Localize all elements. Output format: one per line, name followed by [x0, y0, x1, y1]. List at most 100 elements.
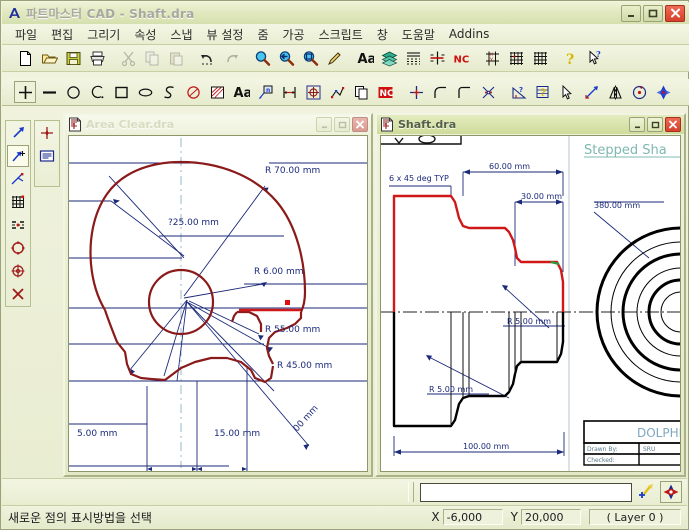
rotate-icon[interactable]	[628, 81, 650, 103]
grid-dense-icon[interactable]	[505, 47, 527, 69]
cross-point-icon[interactable]	[405, 81, 427, 103]
hatch-lines-icon[interactable]	[402, 47, 424, 69]
minimize-button[interactable]	[621, 4, 641, 22]
drawing-canvas-shaft[interactable]: DOLPHIN Drawn By: SRU Checked: Stepped S…	[380, 135, 681, 472]
menu-snap[interactable]: 스냅	[163, 24, 199, 45]
pick-point-icon[interactable]	[636, 481, 658, 503]
move-origin-icon[interactable]	[652, 81, 674, 103]
center-mark-icon[interactable]	[302, 81, 324, 103]
axis-xy-icon[interactable]: xy	[481, 47, 503, 69]
circle-icon[interactable]	[62, 81, 84, 103]
center-snap-icon[interactable]	[7, 260, 29, 282]
zoom-in-icon[interactable]	[251, 47, 273, 69]
menu-edit[interactable]: 편집	[44, 24, 80, 45]
arc-icon[interactable]	[86, 81, 108, 103]
save-disk-icon[interactable]	[62, 47, 84, 69]
layers-icon[interactable]	[378, 47, 400, 69]
zoom-previous-icon[interactable]	[275, 47, 297, 69]
child-title-bar: Area Clear.dra	[65, 115, 371, 134]
menu-machining[interactable]: 가공	[275, 24, 311, 45]
circle-red-icon[interactable]	[182, 81, 204, 103]
status-bar: 새로운 점의 표시방법을 선택 X -6,000 Y 20,000 ( Laye…	[2, 505, 687, 528]
grid-icon[interactable]	[529, 47, 551, 69]
svg-text:NC: NC	[379, 89, 394, 99]
child-maximize-button[interactable]	[647, 117, 663, 132]
menu-addins[interactable]: Addins	[442, 25, 496, 43]
hatch-fill-icon[interactable]	[206, 81, 228, 103]
child-minimize-button[interactable]	[629, 117, 645, 132]
mirror-icon[interactable]	[604, 81, 626, 103]
grid-snap-icon[interactable]	[7, 191, 29, 213]
dim-5mm: 5.00 mm	[77, 429, 117, 439]
point-icon[interactable]	[14, 81, 36, 103]
menu-file[interactable]: 파일	[8, 24, 44, 45]
text-aa-icon[interactable]: Aa	[230, 81, 252, 103]
close-button[interactable]	[665, 4, 685, 22]
polyline-node-icon[interactable]	[326, 81, 348, 103]
dim-chamfer: 6 x 45 deg TYP	[389, 174, 449, 183]
child-close-button[interactable]	[352, 117, 368, 132]
coordinate-y: Y 20,000	[511, 509, 581, 525]
zoom-window-icon[interactable]	[299, 47, 321, 69]
chamfer-icon[interactable]	[453, 81, 475, 103]
select-arrow-icon[interactable]	[556, 81, 578, 103]
menu-script[interactable]: 스크립트	[312, 24, 370, 45]
new-document-icon[interactable]	[14, 47, 36, 69]
undo-icon[interactable]	[196, 47, 218, 69]
help-pointer-icon[interactable]: ?	[584, 47, 606, 69]
line-icon[interactable]	[38, 81, 60, 103]
centerline-snap-icon[interactable]	[7, 214, 29, 236]
x-value: -6,000	[442, 509, 503, 525]
child-window-shaft[interactable]: Shaft.dra DOLPH Drawn By: SRU Checked: S…	[375, 113, 686, 477]
circle-snap-icon[interactable]	[7, 237, 29, 259]
crosshair-point-icon[interactable]	[36, 122, 58, 144]
open-folder-icon[interactable]	[38, 47, 60, 69]
layer-indicator[interactable]: ( Layer 0 )	[589, 509, 681, 525]
snap-target-icon[interactable]	[660, 481, 682, 503]
child-maximize-button[interactable]	[334, 117, 350, 132]
dimension-icon[interactable]	[426, 47, 448, 69]
spline-icon[interactable]	[158, 81, 180, 103]
title-block-checked-label: Checked:	[587, 457, 615, 464]
ellipse-icon[interactable]	[134, 81, 156, 103]
nc-red-icon[interactable]: NC	[374, 81, 396, 103]
menu-zoom[interactable]: 줌	[250, 24, 275, 45]
paste-icon[interactable]	[165, 47, 187, 69]
delete-point-icon[interactable]	[7, 283, 29, 305]
menu-help[interactable]: 도움말	[395, 24, 442, 45]
copy-icon[interactable]	[141, 47, 163, 69]
maximize-button[interactable]	[643, 4, 663, 22]
distance-icon[interactable]	[580, 81, 602, 103]
nc-code-icon[interactable]: NC	[450, 47, 472, 69]
child-close-button[interactable]	[665, 117, 681, 132]
help-question-icon[interactable]: ?	[560, 47, 582, 69]
redo-icon[interactable]	[220, 47, 242, 69]
menu-properties[interactable]: 속성	[127, 24, 163, 45]
text-tool-icon[interactable]: Aa	[354, 47, 376, 69]
trim-icon[interactable]	[477, 81, 499, 103]
node-edit-icon[interactable]	[7, 168, 29, 190]
pencil-edit-icon[interactable]	[323, 47, 345, 69]
properties-list-icon[interactable]	[36, 145, 58, 167]
toolbar-separator	[473, 47, 480, 69]
copy-shape-icon[interactable]	[350, 81, 372, 103]
arrow-add-point-icon[interactable]	[7, 145, 29, 167]
fillet-icon[interactable]	[429, 81, 451, 103]
menu-window[interactable]: 창	[370, 24, 395, 45]
command-input[interactable]	[420, 482, 632, 502]
rectangle-icon[interactable]	[110, 81, 132, 103]
cut-scissors-icon[interactable]	[117, 47, 139, 69]
mdi-client-area: Area Clear.dra R 70.00 mm ?25.00 mm R 6.…	[63, 113, 686, 477]
child-window-area-clear[interactable]: Area Clear.dra R 70.00 mm ?25.00 mm R 6.…	[63, 113, 373, 477]
drawing-canvas-area-clear[interactable]: R 70.00 mm ?25.00 mm R 6.00 mm R 55.00 m…	[68, 135, 368, 472]
menu-draw[interactable]: 그리기	[80, 24, 127, 45]
arrow-select-icon[interactable]	[7, 122, 29, 144]
print-icon[interactable]	[86, 47, 108, 69]
child-minimize-button[interactable]	[316, 117, 332, 132]
linear-dimension-icon[interactable]	[278, 81, 300, 103]
area-query-icon[interactable]: ?	[532, 81, 554, 103]
window-title: 파트마스터 CAD - Shaft.dra	[26, 6, 195, 21]
note-leader-icon[interactable]: n	[254, 81, 276, 103]
menu-view-settings[interactable]: 뷰 설정	[200, 24, 251, 45]
angle-query-icon[interactable]: ?	[508, 81, 530, 103]
